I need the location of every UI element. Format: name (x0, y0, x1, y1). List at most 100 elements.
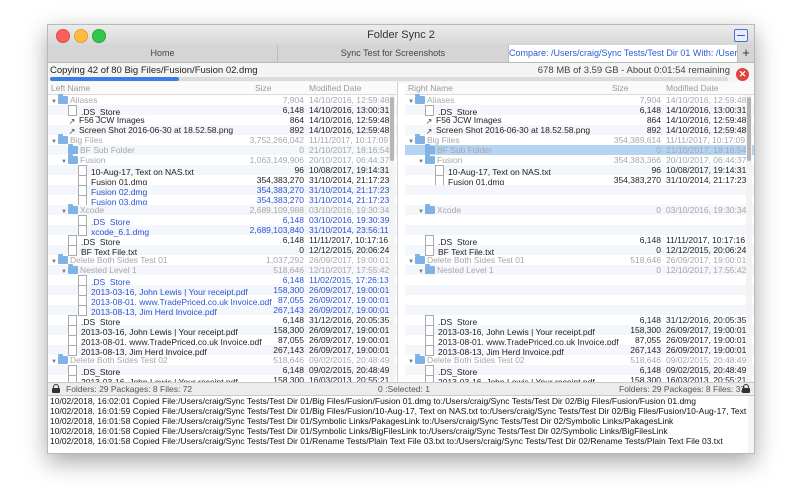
file-size: 0 (656, 265, 661, 275)
right-date-header[interactable]: Modified Date (666, 83, 718, 93)
file-row[interactable]: .DS_Store 6,148 11/11/2017, 10:17:16 (48, 235, 397, 247)
file-row[interactable]: 2013-08-01, www.TradePriced.co.uk Invoic… (48, 335, 397, 347)
file-row[interactable]: ▼ Delete Both Sides Test 01 518,646 26/09/2… (405, 254, 754, 265)
file-row[interactable]: ▼ Nested Level 1 518,646 12/10/2017, 17:55:… (48, 264, 397, 275)
file-date: 09/02/2015, 20:48:49 (666, 365, 747, 375)
file-name-label: Xcode (80, 205, 105, 215)
log-line: 10/02/2018, 16:01:59 Copied File:/Users/… (50, 406, 754, 416)
file-row[interactable]: 2013-03-16, John Lewis | Your receipt.pd… (48, 285, 397, 297)
file-row[interactable] (405, 195, 754, 205)
collapse-icon[interactable] (734, 29, 748, 42)
file-row[interactable]: 2013-08-13, Jim Herd Invoice.pdf 267,143 2… (48, 305, 397, 317)
file-row[interactable]: xcode_6.1.dmg 2,689,103,840 31/10/2014, 23… (48, 225, 397, 237)
log-scrollbar[interactable] (748, 396, 754, 453)
add-tab-button[interactable]: + (737, 45, 754, 62)
right-counts: Folders: 29 Packages: 8 Files: 33 (619, 384, 746, 394)
file-row[interactable]: ▼ Big Files 354,389,614 11/11/2017, 10:17:0… (405, 134, 754, 145)
left-size-header[interactable]: Size (255, 83, 272, 93)
tab-sync-test[interactable]: Sync Test for Screenshots (278, 45, 509, 62)
file-row[interactable]: .DS_Store 6,148 09/02/2015, 20:48:49 (48, 365, 397, 377)
file-size: 6,148 (282, 105, 304, 115)
left-date-header[interactable]: Modified Date (309, 83, 361, 93)
file-row[interactable]: ▼ Fusion 1,063,149,906 20/10/2017, 06:44:37 (48, 154, 397, 165)
file-row[interactable] (405, 305, 754, 315)
folder-icon (68, 204, 78, 214)
right-name-header[interactable]: Right Name (408, 83, 453, 93)
file-size: 518,646 (273, 265, 304, 275)
file-row[interactable]: 2013-03-16, John Lewis | Your receipt.pd… (48, 375, 397, 382)
file-row[interactable] (405, 285, 754, 295)
file-row[interactable]: BF Sub Folder 0 21/10/2017, 18:16:54 (48, 144, 397, 155)
file-row[interactable]: BF Sub Folder 0 21/10/2017, 18:16:54 (405, 144, 754, 155)
file-row[interactable]: ↗ Screen Shot 2016-06-30 at 18.52.58.png 8… (48, 125, 397, 136)
left-scroll-thumb[interactable] (390, 97, 394, 161)
file-row[interactable] (405, 215, 754, 225)
left-counts: Folders: 29 Packages: 8 Files: 72 (66, 384, 193, 394)
left-lock-icon[interactable] (52, 384, 60, 393)
file-row[interactable]: ↗ F56 JCW Images 864 14/10/2016, 12:59:48 (48, 115, 397, 126)
file-row[interactable]: .DS_Store 6,148 14/10/2016, 13:00:31 (48, 105, 397, 117)
file-row[interactable]: ▼ Delete Both Sides Test 01 1,037,292 26/09… (48, 254, 397, 265)
file-row[interactable]: .DS_Store 6,148 14/10/2016, 13:00:31 (405, 105, 754, 117)
file-size: 892 (289, 125, 304, 135)
file-row[interactable]: ▼ Aliases 7,904 14/10/2016, 12:59:48 (48, 94, 397, 105)
file-row[interactable]: 2013-08-13, Jim Herd Invoice.pdf 267,143 2… (405, 345, 754, 357)
file-row[interactable]: 2013-08-13, Jim Herd Invoice.pdf 267,143 2… (48, 345, 397, 357)
file-row[interactable]: .DS_Store 6,148 31/12/2016, 20:05:35 (48, 315, 397, 327)
file-row[interactable]: 2013-03-16, John Lewis | Your receipt.pd… (405, 375, 754, 382)
tab-compare[interactable]: Compare: /Users/craig/Sync Tests/Test Di… (509, 45, 738, 62)
file-row[interactable]: ▼ Fusion 354,383,366 20/10/2017, 06:44:37 (405, 154, 754, 165)
log-line: 10/02/2018, 16:01:58 Copied File:/Users/… (50, 416, 674, 426)
alias-icon: ↗ (425, 127, 433, 136)
file-row[interactable]: Fusion 03.dmg 354,383,270 31/10/2014, 21:1… (48, 195, 397, 207)
file-row[interactable]: ▼ Aliases 7,904 14/10/2016, 12:59:48 (405, 94, 754, 105)
right-scrollbar[interactable] (746, 95, 752, 382)
file-row[interactable]: 2013-08-01, www.TradePriced.co.uk Invoic… (405, 335, 754, 347)
tab-home[interactable]: Home (48, 45, 278, 62)
file-row[interactable]: ▼ Xcode 2,689,109,988 03/10/2016, 19:30:34 (48, 204, 397, 215)
file-row[interactable]: ▼ Xcode 0 03/10/2016, 19:30:34 (405, 204, 754, 215)
file-row[interactable]: 2013-03-16, John Lewis | Your receipt.pd… (48, 325, 397, 337)
file-row[interactable]: 10-Aug-17, Text on NAS.txt 96 10/08/2017, … (405, 165, 754, 177)
file-row[interactable] (405, 185, 754, 195)
file-row[interactable]: ↗ Screen Shot 2016-06-30 at 18.52.58.png 8… (405, 125, 754, 136)
file-row[interactable] (405, 225, 754, 235)
file-row[interactable]: Fusion 01.dmg 354,383,270 31/10/2014, 21:1… (405, 175, 754, 187)
file-row[interactable]: Fusion 01.dmg 354,383,270 31/10/2014, 21:1… (48, 175, 397, 187)
file-row[interactable]: .DS_Store 6,148 11/02/2015, 17:26:13 (48, 275, 397, 287)
file-size: 6,148 (639, 105, 661, 115)
left-scrollbar[interactable] (389, 95, 395, 382)
file-size: 518,646 (630, 355, 661, 365)
log-line: 10/02/2018, 16:02:01 Copied File:/Users/… (50, 396, 696, 406)
file-row[interactable]: ↗ F56 JCW Images 864 14/10/2016, 12:59:48 (405, 115, 754, 126)
file-row[interactable]: BF Text File.txt 0 12/12/2015, 20:06:24 (48, 245, 397, 257)
file-row[interactable]: ▼ Delete Both Sides Test 02 518,646 09/02/2… (48, 354, 397, 365)
file-name-label: Nested Level 1 (80, 265, 137, 275)
right-size-header[interactable]: Size (612, 83, 629, 93)
file-name-label: Delete Both Sides Test 02 (70, 355, 168, 365)
file-row[interactable] (405, 295, 754, 305)
file-row[interactable]: .DS_Store 6,148 11/11/2017, 10:17:16 (405, 235, 754, 247)
file-row[interactable] (405, 275, 754, 285)
file-row[interactable]: .DS_Store 6,148 31/12/2016, 20:05:35 (405, 315, 754, 327)
file-date: 09/02/2015, 20:48:49 (309, 365, 390, 375)
file-date: 03/10/2016, 19:30:39 (309, 215, 390, 225)
file-row[interactable]: .DS_Store 6,148 03/10/2016, 19:30:39 (48, 215, 397, 227)
file-row[interactable]: .DS_Store 6,148 09/02/2015, 20:48:49 (405, 365, 754, 377)
right-lock-icon[interactable] (742, 384, 750, 393)
file-row[interactable]: 2013-08-01, www.TradePriced.co.uk Invoic… (48, 295, 397, 307)
file-row[interactable]: ▼ Big Files 3,752,266,042 11/11/2017, 10:17… (48, 134, 397, 145)
file-size: 3,752,266,042 (249, 135, 304, 145)
file-date: 11/11/2017, 10:17:16 (309, 235, 389, 245)
cancel-icon[interactable]: ✕ (736, 68, 749, 81)
file-row[interactable]: 10-Aug-17, Text on NAS.txt 96 10/08/2017, … (48, 165, 397, 177)
log-line: 10/02/2018, 16:01:58 Copied File:/Users/… (50, 436, 723, 446)
right-scroll-thumb[interactable] (747, 97, 751, 161)
file-row[interactable]: ▼ Nested Level 1 0 12/10/2017, 17:55:42 (405, 264, 754, 275)
file-row[interactable]: BF Text File.txt 0 12/12/2015, 20:06:24 (405, 245, 754, 257)
alias-icon: ↗ (425, 117, 433, 126)
file-row[interactable]: ▼ Delete Both Sides Test 02 518,646 09/02/2… (405, 354, 754, 365)
file-row[interactable]: 2013-03-16, John Lewis | Your receipt.pd… (405, 325, 754, 337)
file-row[interactable]: Fusion 02.dmg 354,383,270 31/10/2014, 21:1… (48, 185, 397, 197)
left-name-header[interactable]: Left Name (51, 83, 90, 93)
